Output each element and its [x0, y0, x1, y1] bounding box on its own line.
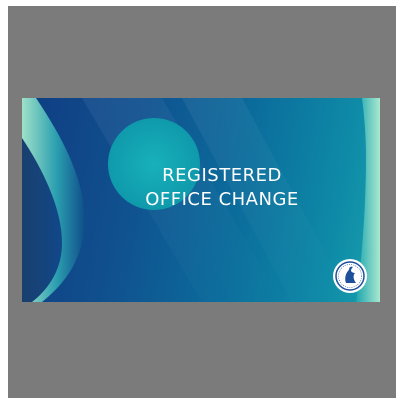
registered-office-change-banner: REGISTERED OFFICE CHANGE [22, 98, 380, 302]
emblem-logo-icon [333, 259, 367, 293]
page: REGISTERED OFFICE CHANGE [0, 0, 401, 398]
banner-title-line-1: REGISTERED [162, 165, 282, 186]
banner-title: REGISTERED OFFICE CHANGE [118, 164, 326, 212]
banner-title-line-2: OFFICE CHANGE [145, 189, 299, 210]
